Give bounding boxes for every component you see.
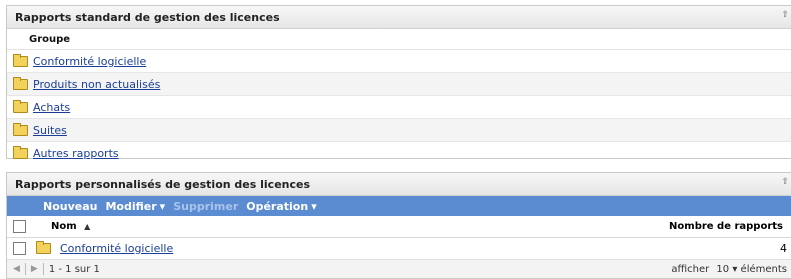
modify-label: Modifier (105, 199, 157, 213)
group-link-conformite[interactable]: Conformité logicielle (33, 55, 146, 68)
folder-icon (13, 145, 28, 159)
operation-label: Opération (246, 199, 309, 213)
new-button[interactable]: Nouveau (43, 200, 97, 213)
pager-divider (42, 263, 44, 275)
collapse-icon[interactable]: ⇧ (781, 177, 789, 187)
standard-reports-panel: Rapports standard de gestion des licence… (6, 5, 791, 160)
group-row-achats: Achats (7, 96, 791, 119)
folder-icon (13, 122, 28, 136)
group-row-autres: Autres rapports (7, 142, 791, 164)
custom-reports-toolbar: Nouveau Modifier ▾ Supprimer Opération ▾ (7, 196, 791, 216)
group-row-produits: Produits non actualisés (7, 73, 791, 96)
folder-icon (13, 76, 28, 90)
custom-reports-title: Rapports personnalisés de gestion des li… (15, 177, 311, 191)
select-all-checkbox[interactable] (13, 220, 26, 233)
group-column-header: Groupe (7, 29, 791, 50)
sort-asc-icon: ▲ (84, 222, 91, 231)
custom-reports-header: Rapports personnalisés de gestion des li… (7, 173, 791, 196)
report-count: 4 (780, 242, 787, 255)
per-page-value: 10 (716, 263, 730, 275)
folder-icon (13, 53, 28, 67)
chevron-down-icon: ▾ (732, 263, 738, 275)
page-size-control[interactable]: afficher 10 ▾ éléments (671, 264, 787, 275)
chevron-down-icon: ▾ (159, 199, 166, 213)
custom-reports-panel: Rapports personnalisés de gestion des li… (6, 172, 791, 279)
pager-divider (24, 263, 26, 275)
name-column-header[interactable]: Nom ▲ (51, 221, 90, 232)
next-page-icon[interactable]: ▶ (31, 264, 38, 274)
group-row-suites: Suites (7, 119, 791, 142)
group-link-produits[interactable]: Produits non actualisés (33, 78, 160, 91)
page-range: 1 - 1 sur 1 (48, 263, 100, 275)
pagination-bar: ◀ ▶ 1 - 1 sur 1 afficher 10 ▾ éléments (7, 260, 791, 278)
folder-icon (13, 99, 28, 113)
standard-reports-header: Rapports standard de gestion des licence… (7, 6, 791, 29)
row-checkbox[interactable] (13, 242, 26, 255)
show-label: afficher (671, 263, 710, 275)
group-row-conformite: Conformité logicielle (7, 50, 791, 73)
delete-button[interactable]: Supprimer (173, 200, 238, 213)
group-link-suites[interactable]: Suites (33, 124, 67, 137)
operation-menu[interactable]: Opération ▾ (246, 200, 316, 213)
table-row: Conformité logicielle 4 (7, 238, 791, 260)
items-label: éléments (740, 263, 787, 275)
modify-menu[interactable]: Modifier ▾ (105, 200, 165, 213)
folder-icon (36, 241, 51, 254)
count-column-header: Nombre de rapports (669, 221, 783, 232)
prev-page-icon[interactable]: ◀ (13, 264, 20, 274)
name-column-label: Nom (51, 221, 77, 232)
chevron-down-icon: ▾ (311, 199, 317, 213)
standard-reports-title: Rapports standard de gestion des licence… (15, 10, 280, 24)
group-link-achats[interactable]: Achats (33, 101, 70, 114)
collapse-icon[interactable]: ⇧ (781, 10, 789, 20)
group-link-autres[interactable]: Autres rapports (33, 147, 119, 160)
report-link-conformite[interactable]: Conformité logicielle (60, 242, 173, 255)
custom-table-header: Nom ▲ Nombre de rapports (7, 216, 791, 238)
